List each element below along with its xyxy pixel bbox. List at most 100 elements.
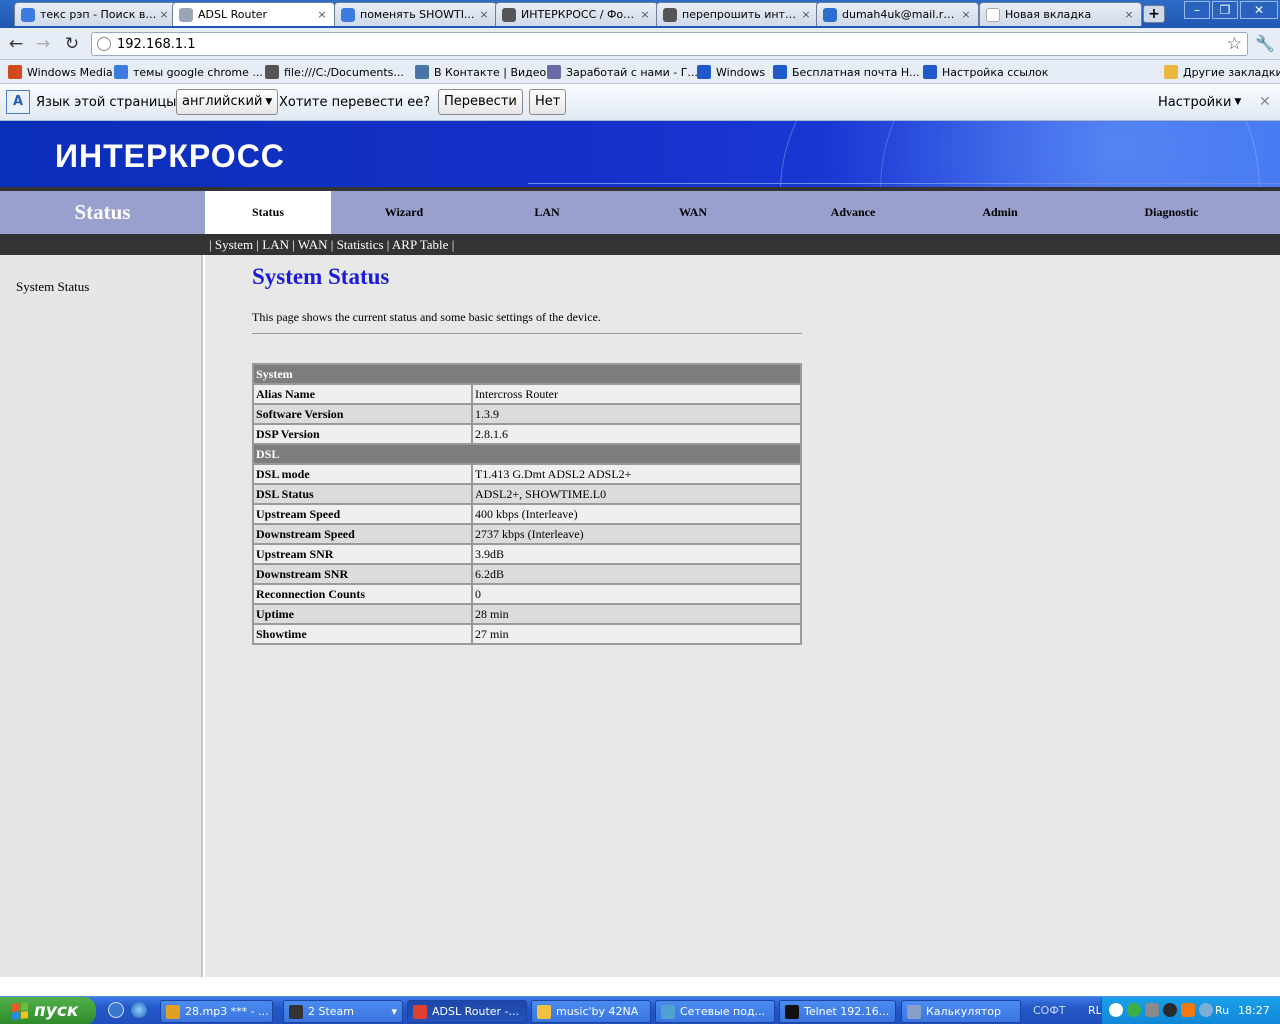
close-icon[interactable]: × [1123,8,1135,21]
browser-tab[interactable]: dumah4uk@mail.ru: ... × [816,2,979,26]
table-label: Alias Name [252,383,473,405]
banner-line [528,183,1280,184]
chevron-down-icon: ▾ [391,1005,397,1018]
tab-label: перепрошить инте... [682,8,800,21]
taskbar-item[interactable]: Калькулятор [901,1000,1021,1023]
no-button[interactable]: Нет [529,89,567,115]
tab-admin[interactable]: Admin [937,191,1063,234]
icq-icon[interactable] [1127,1003,1141,1017]
taskbar-item[interactable]: 2 Steam ▾ [283,1000,403,1023]
table-value: 3.9dB [471,543,802,565]
bookmark-item[interactable]: темы google chrome ... [114,63,263,81]
tab-label: текс рэп - Поиск в ... [40,8,158,21]
browser-tab[interactable]: ADSL Router × [172,2,335,26]
restore-button[interactable]: ❐ [1212,1,1238,19]
chevron-left-icon[interactable] [1109,1003,1123,1017]
browser-tab[interactable]: перепрошить инте... × [656,2,819,26]
google-icon [21,7,35,22]
network-icon[interactable] [1145,1003,1159,1017]
chevron-down-icon: ▼ [265,97,273,107]
minimize-button[interactable]: – [1184,1,1210,19]
bookmark-item[interactable]: file:///C:/Documents... [265,63,404,81]
translate-settings[interactable]: Настройки ▼ [1158,89,1241,115]
taskbar-item-label: music'by 42NA [556,1005,639,1018]
show-desktop-icon[interactable] [108,1002,124,1018]
other-bookmarks-label: Другие закладки [1183,65,1280,79]
start-button[interactable]: пуск [0,997,96,1024]
taskbar-item[interactable]: Сетевые под... [655,1000,775,1023]
tab-label: ИНТЕРКРОСС / Фор... [521,8,639,21]
taskbar-item[interactable]: Telnet 192.16... [779,1000,896,1023]
taskbar-item[interactable]: ADSL Router -... [407,1000,527,1023]
tab-advance[interactable]: Advance [769,191,937,234]
close-icon[interactable]: × [158,8,170,21]
table-label: Upstream SNR [252,543,473,565]
tab-label: dumah4uk@mail.ru: ... [842,8,960,21]
close-window-button[interactable]: ✕ [1240,1,1278,19]
browser-icon[interactable] [131,1002,147,1018]
subnav-wan[interactable]: WAN [298,237,328,252]
browser-tab[interactable]: текс рэп - Поиск в ... × [14,2,177,26]
close-icon[interactable]: × [316,8,328,21]
language-indicator[interactable]: RL [1088,1004,1102,1017]
table-section-header: DSL [252,443,802,465]
steam-icon[interactable] [1163,1003,1177,1017]
sidebar: System Status [0,255,203,977]
address-bar[interactable]: 192.168.1.1 ☆ [91,32,1248,56]
bookmark-item[interactable]: В Контакте | Видео [415,63,546,81]
new-tab-button[interactable]: + [1143,5,1165,23]
close-icon[interactable]: × [478,8,490,21]
translate-bar: A Язык этой страницы английский ▼ Хотите… [0,84,1280,121]
table-label: Showtime [252,623,473,645]
tab-wizard[interactable]: Wizard [331,191,477,234]
sidebar-item-system-status[interactable]: System Status [16,279,89,295]
subnav-system[interactable]: System [215,237,253,252]
soft-toolbar-label[interactable]: СОФТ [1033,1004,1066,1017]
taskbar-item[interactable]: 28.mp3 *** - ... [160,1000,273,1023]
bookmark-star-icon[interactable]: ☆ [1227,34,1242,54]
bookmark-item[interactable]: Windows [697,63,765,81]
translate-button[interactable]: Перевести [438,89,523,115]
aimp-icon [166,1004,180,1019]
media-player-icon[interactable] [1181,1003,1195,1017]
language-select[interactable]: английский ▼ [176,89,279,115]
subnav-arp-table[interactable]: ARP Table [392,237,449,252]
taskbar-item[interactable]: music'by 42NA [531,1000,651,1023]
browser-tab[interactable]: поменять SHOWTI... × [334,2,497,26]
tab-status[interactable]: Status [205,191,331,234]
sound-icon[interactable] [1199,1003,1213,1017]
bookmark-label: В Контакте | Видео [434,65,547,79]
globe-icon [547,65,561,79]
close-icon[interactable]: × [639,8,651,21]
taskbar-item-label: Сетевые под... [680,1005,766,1018]
steam-icon [289,1004,303,1019]
browser-tab[interactable]: ИНТЕРКРОСС / Фор... × [495,2,658,26]
close-icon[interactable]: × [960,8,972,21]
page-title: System Status [252,264,390,289]
bookmark-item[interactable]: Заработай с нами - Г... [547,63,698,81]
tab-wan[interactable]: WAN [617,191,769,234]
main-nav: Status Status Wizard LAN WAN Advance Admin Dia… [0,191,1280,234]
bookmark-item[interactable]: Настройка ссылок [923,63,1048,81]
wrench-icon[interactable]: 🔧 [1255,34,1275,53]
page-icon [179,7,193,22]
close-icon[interactable]: × [800,8,812,21]
subnav-lan[interactable]: LAN [262,237,289,252]
back-icon[interactable]: ← [6,34,26,54]
bookmark-item[interactable]: Windows Media [8,63,113,81]
status-table: System Alias Name Intercross Router Softwar… [252,363,802,645]
reload-icon[interactable]: ↻ [62,34,82,54]
windows-flag-icon [12,1002,28,1020]
forward-icon[interactable]: → [33,34,53,54]
close-icon[interactable]: ✕ [1259,89,1271,115]
subnav-statistics[interactable]: Statistics [337,237,384,252]
tray-language[interactable]: Ru [1215,1004,1233,1018]
google-icon [341,7,355,22]
table-row: DSP Version 2.8.1.6 [252,423,802,445]
bookmark-item[interactable]: Бесплатная почта Н... [773,63,920,81]
tab-diagnostic[interactable]: Diagnostic [1063,191,1280,234]
sub-nav: | System | LAN | WAN | Statistics | ARP … [0,234,1280,255]
browser-tab[interactable]: Новая вкладка × [979,2,1142,26]
tab-lan[interactable]: LAN [477,191,617,234]
other-bookmarks[interactable]: Другие закладки [1164,63,1280,81]
